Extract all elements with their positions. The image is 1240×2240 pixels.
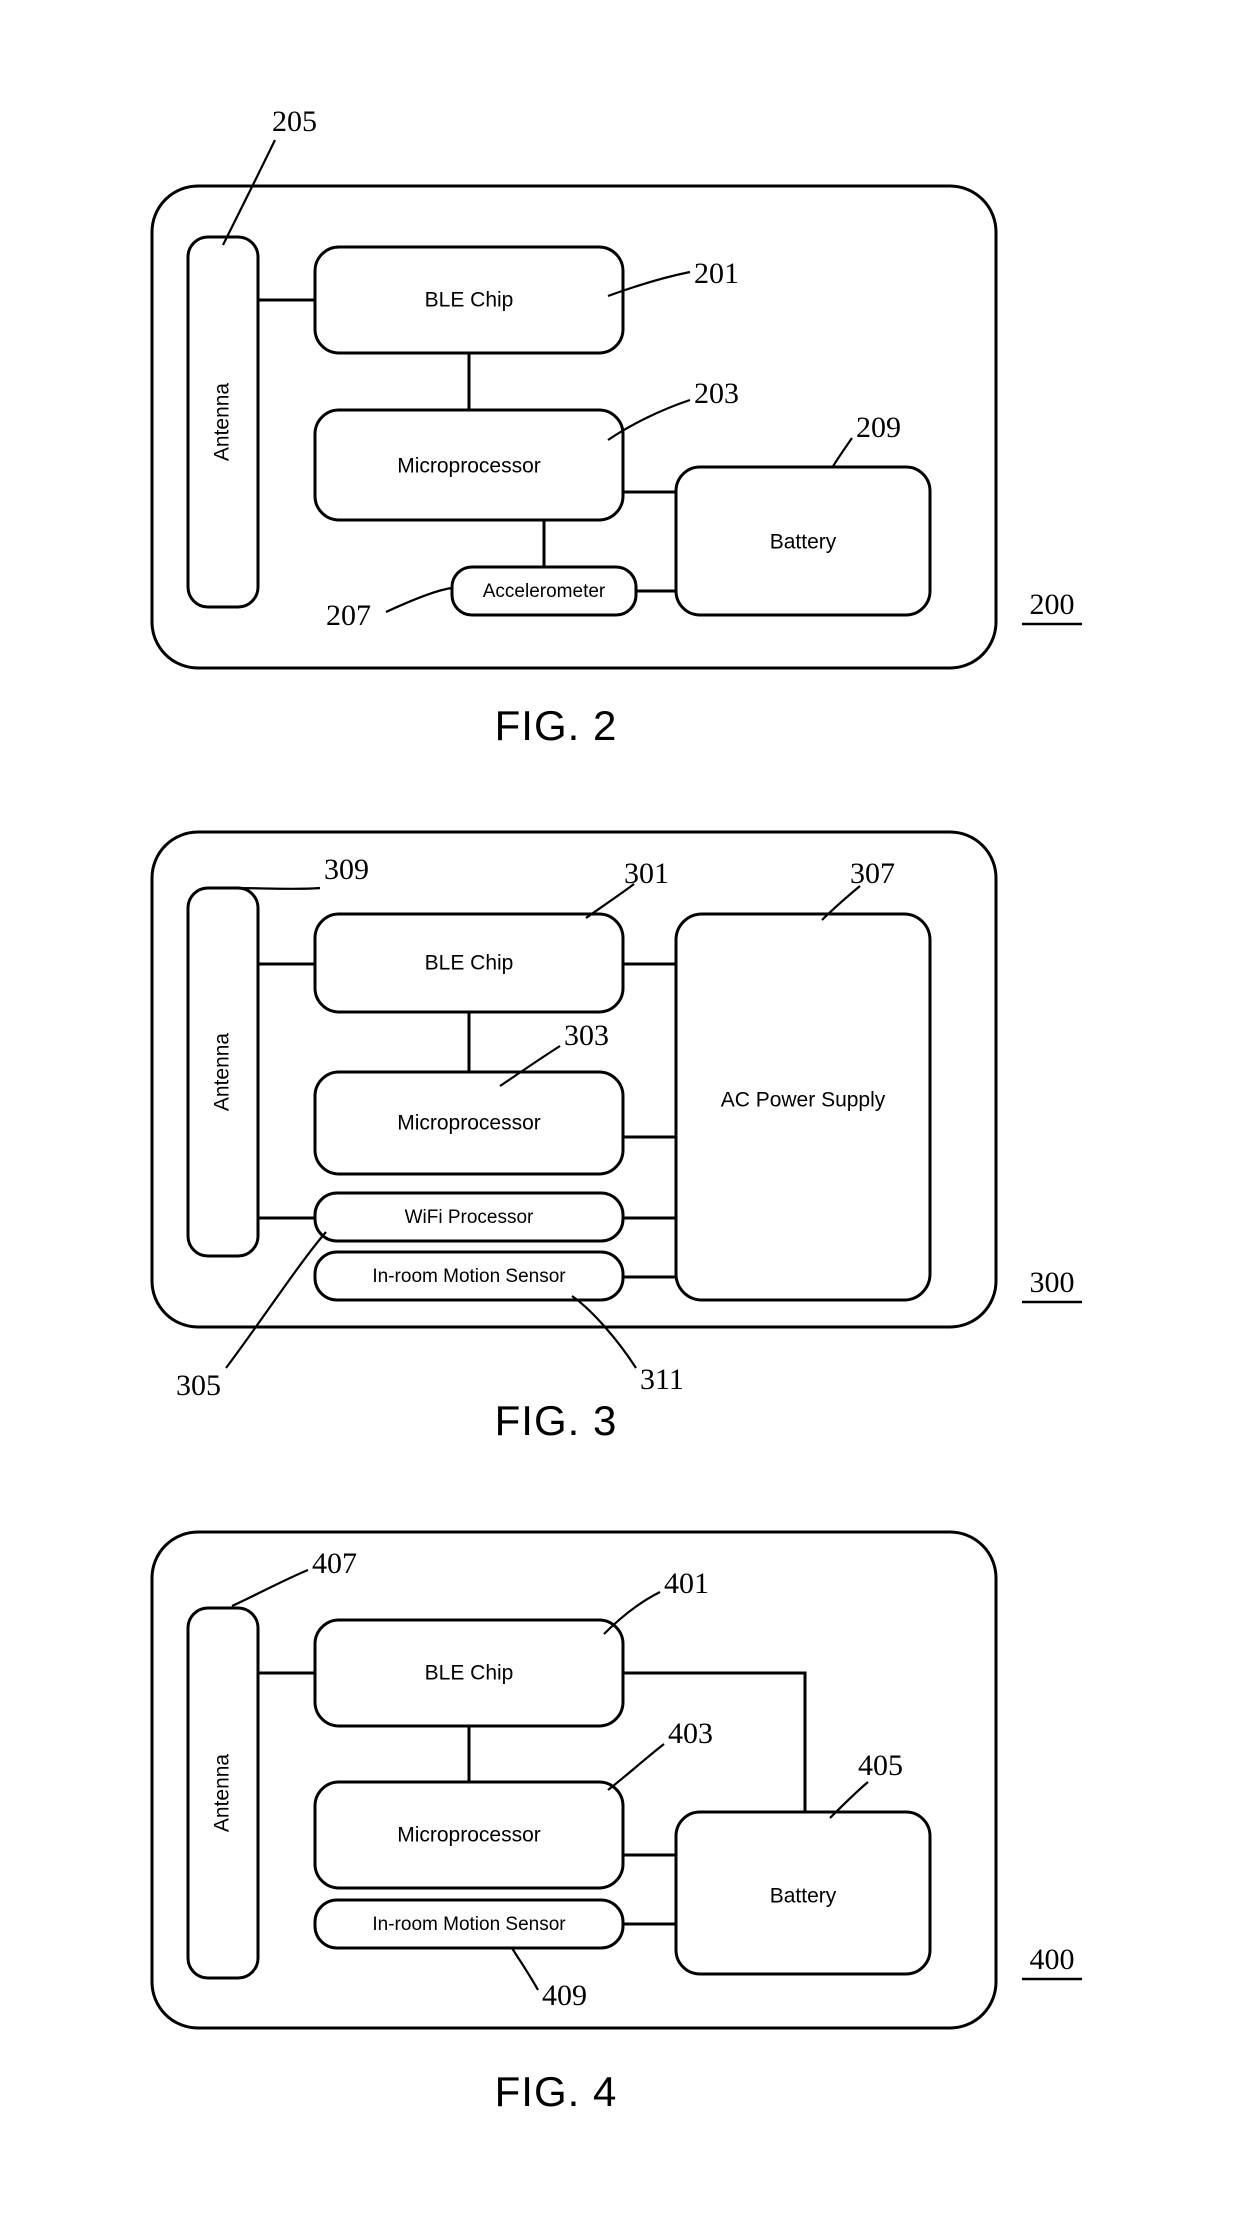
fig3-leader-311 <box>571 1295 637 1369</box>
fig2-ref-207: 207 <box>326 599 371 632</box>
fig2-ble-chip-label: BLE Chip <box>425 289 514 312</box>
fig3-ref-311: 311 <box>640 1363 684 1396</box>
fig3-ref-305: 305 <box>176 1369 221 1402</box>
fig3-motion-sensor-label: In-room Motion Sensor <box>372 1266 566 1287</box>
fig4-motion-sensor-label: In-room Motion Sensor <box>372 1914 566 1935</box>
figure-2: Antenna BLE Chip Microprocessor Accelero… <box>150 105 1082 749</box>
fig3-ac-power-supply-label: AC Power Supply <box>721 1089 886 1112</box>
fig4-antenna-label: Antenna <box>211 1754 234 1833</box>
fig4-ref-409: 409 <box>542 1979 587 2012</box>
fig4-microprocessor-label: Microprocessor <box>397 1824 541 1847</box>
fig2-battery-label: Battery <box>770 531 837 554</box>
fig4-leader-403 <box>607 1743 665 1791</box>
fig4-leader-407 <box>231 1568 309 1607</box>
fig3-ref-309: 309 <box>324 853 369 886</box>
fig3-ref-303: 303 <box>564 1019 609 1052</box>
figure-3: Antenna BLE Chip Microprocessor WiFi Pro… <box>150 830 1082 1444</box>
fig2-accelerometer-label: Accelerometer <box>483 581 606 602</box>
fig3-ref-307: 307 <box>850 857 895 890</box>
figure-4: Antenna BLE Chip Microprocessor In-room … <box>150 1530 1082 2115</box>
fig2-assembly-number: 200 <box>1030 588 1075 621</box>
fig3-ref-301: 301 <box>624 857 669 890</box>
fig2-ref-205: 205 <box>272 105 317 138</box>
fig3-wifi-processor-label: WiFi Processor <box>405 1207 534 1228</box>
fig2-ref-201: 201 <box>694 257 739 290</box>
fig4-conn-ble-battery <box>623 1671 807 1812</box>
fig3-caption: FIG. 3 <box>495 1397 618 1444</box>
fig4-ref-407: 407 <box>312 1547 357 1580</box>
fig4-ble-chip-label: BLE Chip <box>425 1662 514 1685</box>
fig4-assembly-number: 400 <box>1030 1943 1075 1976</box>
fig2-caption: FIG. 2 <box>495 702 618 749</box>
fig4-ref-403: 403 <box>668 1717 713 1750</box>
fig3-microprocessor-label: Microprocessor <box>397 1112 541 1135</box>
fig2-leader-207 <box>385 586 453 613</box>
fig3-leader-309 <box>231 886 321 890</box>
fig4-battery-label: Battery <box>770 1885 837 1908</box>
fig3-antenna-label: Antenna <box>211 1033 234 1112</box>
fig4-ref-405: 405 <box>858 1749 903 1782</box>
patent-figure-sheet: Antenna BLE Chip Microprocessor Accelero… <box>0 0 1240 2240</box>
fig4-ref-401: 401 <box>664 1567 709 1600</box>
fig2-leader-205 <box>222 139 276 246</box>
fig2-antenna-label: Antenna <box>211 383 234 462</box>
fig2-ref-209: 209 <box>856 411 901 444</box>
fig2-ref-203: 203 <box>694 377 739 410</box>
fig2-microprocessor-label: Microprocessor <box>397 455 541 478</box>
fig2-leader-209 <box>831 437 853 469</box>
fig4-caption: FIG. 4 <box>495 2068 618 2115</box>
figures-canvas: Antenna BLE Chip Microprocessor Accelero… <box>150 105 1082 2115</box>
fig3-ble-chip-label: BLE Chip <box>425 952 514 975</box>
fig3-assembly-number: 300 <box>1030 1266 1075 1299</box>
fig4-leader-409 <box>511 1947 539 1991</box>
